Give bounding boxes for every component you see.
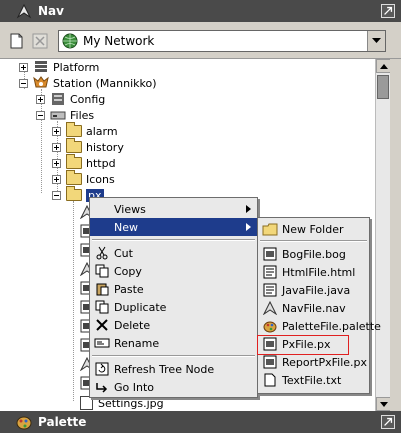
palette-title: Palette xyxy=(38,415,87,429)
menu-item-cut[interactable]: Cut xyxy=(90,244,257,262)
refresh-icon xyxy=(94,362,110,376)
expand-icon[interactable] xyxy=(52,126,61,136)
collapse-icon[interactable] xyxy=(36,110,45,120)
go-into-icon xyxy=(94,380,110,394)
menu-item-duplicate[interactable]: Duplicate xyxy=(90,298,257,316)
report-px-file-icon xyxy=(262,355,278,369)
copy-icon xyxy=(94,264,110,278)
expand-icon[interactable] xyxy=(36,94,45,104)
maximize-icon[interactable] xyxy=(381,4,395,18)
menu-item-htmlfile[interactable]: HtmlFile.html xyxy=(258,263,369,281)
folder-icon xyxy=(66,122,82,137)
tree-item-station[interactable]: Station (Mannikko) xyxy=(19,75,157,91)
highlight-outline xyxy=(257,335,349,355)
folder-icon xyxy=(66,186,82,201)
chevron-down-icon[interactable] xyxy=(367,31,385,51)
location-combo[interactable]: My Network xyxy=(58,30,386,52)
menu-item-palettefile[interactable]: PaletteFile.palette xyxy=(258,317,381,335)
palette-titlebar: Palette xyxy=(0,411,401,433)
palette-icon xyxy=(262,319,278,333)
expand-icon[interactable] xyxy=(52,142,61,152)
nav-file-icon xyxy=(262,301,278,315)
globe-icon xyxy=(62,33,78,49)
folder-icon xyxy=(66,170,82,185)
new-submenu: New Folder BogFile.bog HtmlFile.html Jav… xyxy=(257,217,381,394)
tree-label: Files xyxy=(70,108,95,122)
menu-item-textfile[interactable]: TextFile.txt xyxy=(258,371,369,389)
menu-item-rename[interactable]: Rename xyxy=(90,334,257,352)
new-document-icon[interactable] xyxy=(8,32,26,50)
tree-item-history[interactable]: history xyxy=(52,138,124,155)
folder-icon xyxy=(262,222,278,236)
close-document-icon[interactable] xyxy=(31,32,49,50)
tree-item-config[interactable]: Config xyxy=(36,91,105,107)
tree-label: Settings.jpg xyxy=(98,396,164,410)
tree-label: Platform xyxy=(53,60,100,74)
java-file-icon xyxy=(262,283,278,297)
palette-icon xyxy=(16,416,32,430)
toolbar: My Network xyxy=(0,22,401,59)
menu-item-go-into[interactable]: Go Into xyxy=(90,378,257,396)
nav-title: Nav xyxy=(38,4,64,18)
duplicate-icon xyxy=(94,300,110,314)
tree-item-icons[interactable]: Icons xyxy=(52,170,115,187)
expand-icon[interactable] xyxy=(52,174,61,184)
tree-label: Config xyxy=(70,92,106,106)
collapse-icon[interactable] xyxy=(19,78,28,88)
text-file-icon xyxy=(262,373,278,387)
scroll-thumb[interactable] xyxy=(377,75,389,99)
scroll-up-icon[interactable] xyxy=(376,59,391,73)
tree-label: history xyxy=(86,140,124,154)
maximize-icon[interactable] xyxy=(381,415,395,429)
tree-item-alarm[interactable]: alarm xyxy=(52,122,118,139)
menu-item-delete[interactable]: Delete xyxy=(90,316,257,334)
collapse-icon[interactable] xyxy=(52,190,61,200)
location-text: My Network xyxy=(83,34,155,48)
image-file-icon xyxy=(80,396,93,410)
menu-item-new[interactable]: New xyxy=(90,218,257,236)
tree-label: Station (Mannikko) xyxy=(53,76,157,90)
menu-item-refresh[interactable]: Refresh Tree Node xyxy=(90,360,257,378)
scissors-icon xyxy=(94,246,110,260)
nav-titlebar: Nav xyxy=(0,0,401,22)
tree-item-platform[interactable]: Platform xyxy=(19,59,99,75)
menu-item-copy[interactable]: Copy xyxy=(90,262,257,280)
context-menu: Views New Cut Copy Paste Duplicate Delet… xyxy=(89,197,258,398)
menu-item-new-folder[interactable]: New Folder xyxy=(258,220,369,238)
submenu-arrow-icon xyxy=(246,205,251,213)
expand-icon[interactable] xyxy=(52,158,61,168)
menu-item-bogfile[interactable]: BogFile.bog xyxy=(258,245,369,263)
html-file-icon xyxy=(262,265,278,279)
tree-item-files[interactable]: Files xyxy=(36,107,94,123)
submenu-arrow-icon xyxy=(246,223,251,231)
delete-icon xyxy=(94,318,110,332)
folder-icon xyxy=(66,138,82,153)
station-icon xyxy=(33,76,49,88)
tree-item-httpd[interactable]: httpd xyxy=(52,154,116,171)
nav-icon xyxy=(16,3,32,19)
drive-icon xyxy=(50,111,66,120)
menu-item-javafile[interactable]: JavaFile.java xyxy=(258,281,369,299)
expand-icon[interactable] xyxy=(19,62,28,72)
vertical-scrollbar[interactable] xyxy=(375,59,391,411)
platform-icon xyxy=(35,61,47,72)
tree-label: Icons xyxy=(86,172,115,186)
menu-item-views[interactable]: Views xyxy=(90,200,257,218)
config-icon xyxy=(52,93,64,105)
menu-item-reportpxfile[interactable]: ReportPxFile.px xyxy=(258,353,369,371)
folder-icon xyxy=(66,154,82,169)
bog-file-icon xyxy=(262,247,278,261)
tree-label: httpd xyxy=(86,156,116,170)
scrollbar-gutter xyxy=(390,59,401,411)
tree-label: alarm xyxy=(86,124,118,138)
paste-icon xyxy=(94,282,110,296)
rename-icon xyxy=(94,336,110,350)
menu-item-paste[interactable]: Paste xyxy=(90,280,257,298)
menu-item-navfile[interactable]: NavFile.nav xyxy=(258,299,369,317)
scroll-down-icon[interactable] xyxy=(376,397,391,411)
